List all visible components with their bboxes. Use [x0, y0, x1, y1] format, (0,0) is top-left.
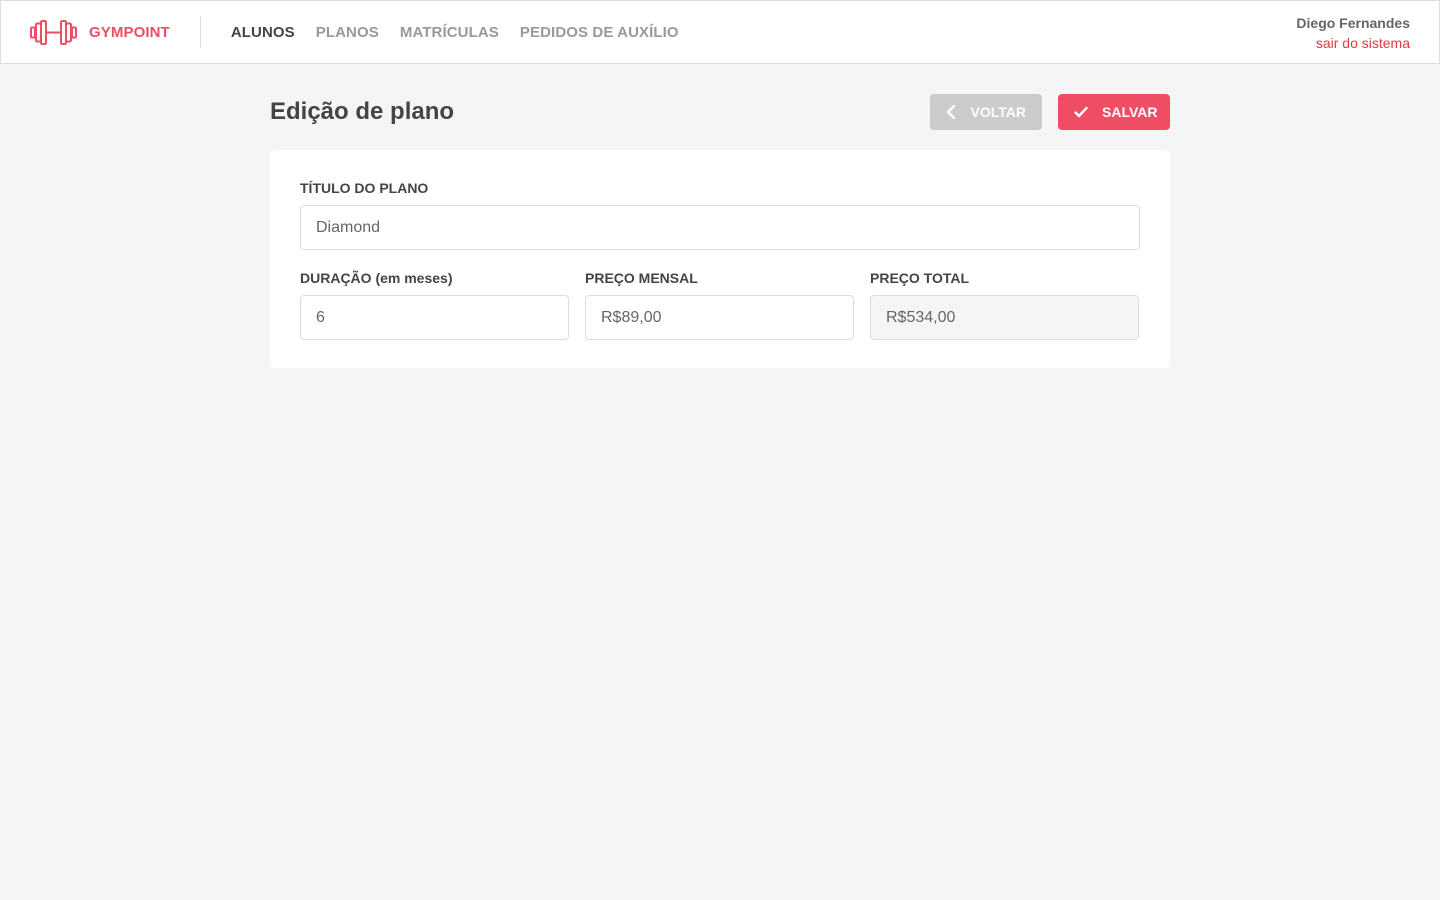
monthly-price-field-label: PREÇO MENSAL — [585, 270, 698, 286]
nav-item-alunos[interactable]: ALUNOS — [231, 24, 295, 41]
main-nav: ALUNOS PLANOS MATRÍCULAS PEDIDOS DE AUXÍ… — [231, 24, 700, 41]
duration-input[interactable] — [300, 295, 569, 340]
main-content: Edição de plano VOLTAR SALVAR TÍTULO DO … — [270, 94, 1170, 368]
nav-item-pedidos-de-auxilio[interactable]: PEDIDOS DE AUXÍLIO — [520, 24, 679, 41]
monthly-price-field-group: PREÇO MENSAL — [585, 270, 854, 340]
title-field-label: TÍTULO DO PLANO — [300, 180, 429, 196]
title-field-group: TÍTULO DO PLANO — [300, 180, 1140, 250]
total-price-input — [870, 295, 1139, 340]
save-button-label: SALVAR — [1102, 104, 1158, 120]
nav-item-matriculas[interactable]: MATRÍCULAS — [400, 24, 499, 41]
dumbbell-icon — [30, 19, 77, 45]
check-icon — [1074, 104, 1088, 120]
save-button[interactable]: SALVAR — [1058, 94, 1170, 130]
user-profile: Diego Fernandes sair do sistema — [1296, 14, 1410, 52]
plan-form: TÍTULO DO PLANO DURAÇÃO (em meses) PREÇO… — [270, 150, 1170, 368]
duration-field-group: DURAÇÃO (em meses) — [300, 270, 569, 340]
chevron-left-icon — [946, 104, 957, 120]
page-title: Edição de plano — [270, 98, 455, 125]
title-input[interactable] — [300, 205, 1140, 250]
top-navbar: GYMPOINT ALUNOS PLANOS MATRÍCULAS PEDIDO… — [0, 0, 1440, 64]
monthly-price-input[interactable] — [585, 295, 854, 340]
brand-name: GYMPOINT — [89, 23, 170, 41]
page-actions: VOLTAR SALVAR — [930, 94, 1170, 130]
logout-link[interactable]: sair do sistema — [1296, 34, 1410, 52]
back-button-label: VOLTAR — [970, 104, 1026, 120]
nav-item-planos[interactable]: PLANOS — [316, 24, 379, 41]
back-button[interactable]: VOLTAR — [930, 94, 1042, 130]
user-name: Diego Fernandes — [1296, 15, 1410, 31]
total-price-field-group: PREÇO TOTAL — [870, 270, 1139, 340]
pricing-row: DURAÇÃO (em meses) PREÇO MENSAL PREÇO TO… — [300, 270, 1140, 340]
brand[interactable]: GYMPOINT — [30, 16, 201, 48]
page-header: Edição de plano VOLTAR SALVAR — [270, 94, 1170, 130]
total-price-field-label: PREÇO TOTAL — [870, 270, 970, 286]
duration-field-label: DURAÇÃO (em meses) — [300, 270, 453, 286]
